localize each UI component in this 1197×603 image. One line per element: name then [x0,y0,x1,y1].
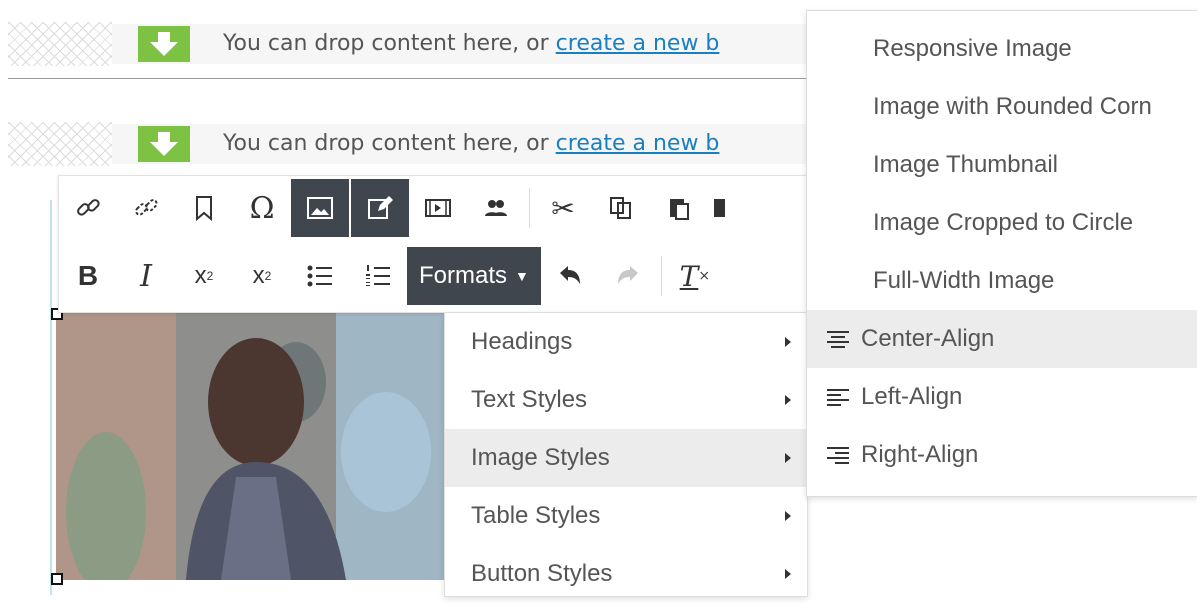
paste-text-icon[interactable] [708,179,728,237]
unlink-icon[interactable] [117,179,175,237]
menu-item-label: Image Cropped to Circle [873,209,1134,236]
menu-item-label: Responsive Image [873,35,1072,62]
menu-item-label: Left-Align [861,383,963,410]
formats-menu: Headings Text Styles Image Styles Table … [444,312,808,597]
menu-item-headings[interactable]: Headings [445,313,807,371]
copy-icon[interactable] [592,179,650,237]
media-icon[interactable] [409,179,467,237]
cut-icon[interactable]: ✂ [534,179,592,237]
menu-item-label: Image Styles [471,444,610,471]
menu-item-label: Button Styles [471,560,613,587]
menu-item-button-styles[interactable]: Button Styles [445,545,807,603]
drop-zone-2[interactable]: You can drop content here, or create a n… [8,118,808,170]
menu-item-label: Text Styles [471,386,588,413]
special-character-icon[interactable]: Ω [233,179,291,237]
menu-item-label: Full-Width Image [873,267,1055,294]
bookmark-icon[interactable] [175,179,233,237]
menu-item-cropped-circle[interactable]: Image Cropped to Circle [807,194,1197,252]
align-right-icon [827,446,849,464]
menu-item-text-styles[interactable]: Text Styles [445,371,807,429]
drop-zone-hatch [8,22,112,66]
clear-formatting-icon[interactable]: T × [666,247,724,305]
menu-item-image-styles[interactable]: Image Styles [445,429,807,487]
resize-handle[interactable] [51,573,63,585]
image-styles-submenu: Responsive Image Image with Rounded Corn… [806,10,1197,497]
menu-item-left-align[interactable]: Left-Align [807,368,1197,426]
menu-item-label: Headings [471,328,573,355]
menu-item-label: Image with Rounded Corn [873,93,1152,120]
chevron-right-icon [785,511,791,521]
toolbar-separator [660,256,662,296]
align-left-icon [827,388,849,406]
caret-down-icon: ▼ [515,268,529,284]
toolbar-separator [529,188,530,228]
redo-icon[interactable] [599,247,657,305]
drop-zone-text: You can drop content here, or create a n… [223,131,720,156]
divider [8,78,808,79]
content-image[interactable] [56,312,446,580]
create-new-block-link[interactable]: create a new b [556,31,720,56]
drop-zone-1[interactable]: You can drop content here, or create a n… [8,18,808,79]
image-icon[interactable] [291,179,349,237]
menu-item-image-thumbnail[interactable]: Image Thumbnail [807,136,1197,194]
formats-label: Formats [419,262,508,289]
users-icon[interactable] [467,179,525,237]
menu-item-right-align[interactable]: Right-Align [807,426,1197,484]
menu-item-center-align[interactable]: Center-Align [807,310,1197,368]
chevron-right-icon [785,337,791,347]
menu-item-responsive-image[interactable]: Responsive Image [807,20,1197,78]
menu-item-rounded-corners[interactable]: Image with Rounded Corn [807,78,1197,136]
bullet-list-icon[interactable] [291,247,349,305]
menu-item-label: Table Styles [471,502,601,529]
superscript-icon[interactable]: x2 [175,247,233,305]
toolbar-row-1: Ω ✂ [59,178,728,238]
menu-item-full-width[interactable]: Full-Width Image [807,252,1197,310]
undo-icon[interactable] [541,247,599,305]
create-new-block-link[interactable]: create a new b [556,131,720,156]
bold-icon[interactable]: B [59,247,117,305]
toolbar-row-2: B I x2 x2 Formats ▼ T × [59,246,724,306]
menu-item-label: Center-Align [861,325,995,352]
chevron-right-icon [785,395,791,405]
paste-icon[interactable] [650,179,708,237]
link-icon[interactable] [59,179,117,237]
formats-dropdown-button[interactable]: Formats ▼ [407,247,541,305]
numbered-list-icon[interactable] [349,247,407,305]
menu-item-label: Right-Align [861,441,979,468]
edit-icon[interactable] [351,179,409,237]
align-center-icon [827,330,849,348]
subscript-icon[interactable]: x2 [233,247,291,305]
chevron-right-icon [785,453,791,463]
drop-zone-text: You can drop content here, or create a n… [223,31,720,56]
editor-toolbar: Ω ✂ B I x2 x2 Formats ▼ T × [58,175,810,313]
italic-icon[interactable]: I [117,247,175,305]
download-arrow-icon [138,26,190,62]
chevron-right-icon [785,569,791,579]
menu-item-label: Image Thumbnail [873,151,1058,178]
menu-item-table-styles[interactable]: Table Styles [445,487,807,545]
download-arrow-icon [138,126,190,162]
drop-zone-hatch [8,122,112,166]
